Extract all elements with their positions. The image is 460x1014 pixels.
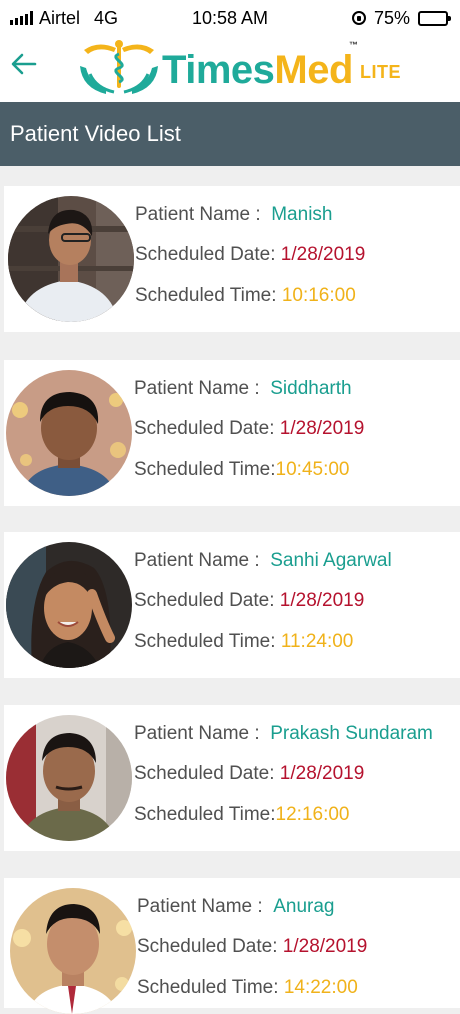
patient-name-row: Patient Name : Manish bbox=[135, 204, 332, 226]
scheduled-date-row: Scheduled Date: 1/28/2019 bbox=[134, 763, 364, 785]
patient-avatar bbox=[6, 542, 132, 668]
patient-name-label: Patient Name : bbox=[137, 896, 263, 917]
caduceus-logo-icon bbox=[80, 40, 158, 94]
patient-name-row: Patient Name : Prakash Sundaram bbox=[134, 723, 433, 745]
scheduled-date-label: Scheduled Date: bbox=[137, 936, 278, 957]
page-title: Patient Video List bbox=[10, 121, 181, 146]
scheduled-time-value: 10:45:00 bbox=[275, 459, 350, 480]
patient-avatar bbox=[6, 715, 132, 841]
patient-card[interactable]: Patient Name : Prakash Sundaram Schedule… bbox=[4, 705, 460, 851]
patient-name-label: Patient Name : bbox=[135, 204, 261, 225]
patient-avatar bbox=[10, 888, 136, 1014]
scheduled-date-value: 1/28/2019 bbox=[279, 590, 365, 611]
scheduled-time-row: Scheduled Time: 11:24:00 bbox=[134, 631, 353, 653]
scheduled-time-value: 14:22:00 bbox=[283, 977, 358, 998]
patient-name-row: Patient Name : Siddharth bbox=[134, 378, 352, 400]
rotation-lock-icon bbox=[351, 11, 366, 25]
scheduled-date-value: 1/28/2019 bbox=[280, 244, 366, 265]
patient-card[interactable]: Patient Name : Sanhi Agarwal Scheduled D… bbox=[4, 532, 460, 678]
patient-name-label: Patient Name : bbox=[134, 378, 260, 399]
battery-icon bbox=[418, 10, 451, 26]
scheduled-time-value: 11:24:00 bbox=[280, 631, 354, 652]
scheduled-time-value: 10:16:00 bbox=[281, 285, 356, 306]
scheduled-time-row: Scheduled Time:12:16:00 bbox=[134, 804, 350, 826]
signal-icon bbox=[10, 11, 33, 25]
scheduled-date-value: 1/28/2019 bbox=[279, 763, 365, 784]
logo-trademark: ™ bbox=[349, 40, 358, 50]
scheduled-date-row: Scheduled Date: 1/28/2019 bbox=[135, 244, 365, 266]
scheduled-time-row: Scheduled Time: 10:16:00 bbox=[135, 285, 356, 307]
scheduled-time-label: Scheduled Time: bbox=[135, 285, 277, 306]
network-type: 4G bbox=[94, 7, 119, 28]
scheduled-time-label: Scheduled Time: bbox=[134, 804, 276, 825]
scheduled-date-label: Scheduled Date: bbox=[134, 763, 275, 784]
patient-name-value: Siddharth bbox=[270, 378, 352, 399]
carrier-name: Airtel bbox=[39, 7, 81, 28]
scheduled-date-label: Scheduled Date: bbox=[135, 244, 276, 265]
scheduled-date-label: Scheduled Date: bbox=[134, 418, 275, 439]
patient-card[interactable]: Patient Name : Siddharth Scheduled Date:… bbox=[4, 360, 460, 506]
page-title-bar: Patient Video List bbox=[0, 102, 460, 166]
logo-wordmark: TimesMed bbox=[162, 48, 353, 92]
patient-name-label: Patient Name : bbox=[134, 723, 260, 744]
logo-lite-badge: LITE bbox=[360, 62, 401, 82]
timesmed-logo: TimesMed ™ LITE bbox=[76, 38, 406, 100]
patient-name-value: Prakash Sundaram bbox=[270, 723, 433, 744]
app-header: TimesMed ™ LITE bbox=[0, 36, 460, 102]
scheduled-date-row: Scheduled Date: 1/28/2019 bbox=[134, 418, 364, 440]
scheduled-date-row: Scheduled Date: 1/28/2019 bbox=[134, 590, 364, 612]
patient-name-row: Patient Name : Anurag bbox=[137, 896, 335, 918]
patient-avatar bbox=[6, 370, 132, 496]
scheduled-time-label: Scheduled Time: bbox=[137, 977, 279, 998]
scheduled-time-row: Scheduled Time:10:45:00 bbox=[134, 459, 350, 481]
scheduled-time-label: Scheduled Time: bbox=[134, 631, 276, 652]
scheduled-date-value: 1/28/2019 bbox=[279, 418, 365, 439]
patient-name-value: Anurag bbox=[273, 896, 335, 917]
scheduled-date-value: 1/28/2019 bbox=[282, 936, 368, 957]
patient-name-value: Manish bbox=[271, 204, 333, 225]
battery-percent: 75% bbox=[373, 7, 410, 28]
scheduled-time-value: 12:16:00 bbox=[275, 804, 350, 825]
patient-card[interactable]: Patient Name : Anurag Scheduled Date: 1/… bbox=[4, 878, 460, 1014]
patient-name-row: Patient Name : Sanhi Agarwal bbox=[134, 550, 392, 572]
scheduled-time-label: Scheduled Time: bbox=[134, 459, 276, 480]
scheduled-date-label: Scheduled Date: bbox=[134, 590, 275, 611]
scheduled-date-row: Scheduled Date: 1/28/2019 bbox=[137, 936, 367, 958]
patient-name-value: Sanhi Agarwal bbox=[270, 550, 392, 571]
status-bar: Airtel 4G 10:58 AM 75% bbox=[0, 0, 460, 36]
patient-avatar bbox=[8, 196, 134, 322]
patient-name-label: Patient Name : bbox=[134, 550, 260, 571]
patient-card[interactable]: Patient Name : Manish Scheduled Date: 1/… bbox=[4, 186, 460, 332]
back-arrow-icon[interactable] bbox=[8, 48, 40, 80]
